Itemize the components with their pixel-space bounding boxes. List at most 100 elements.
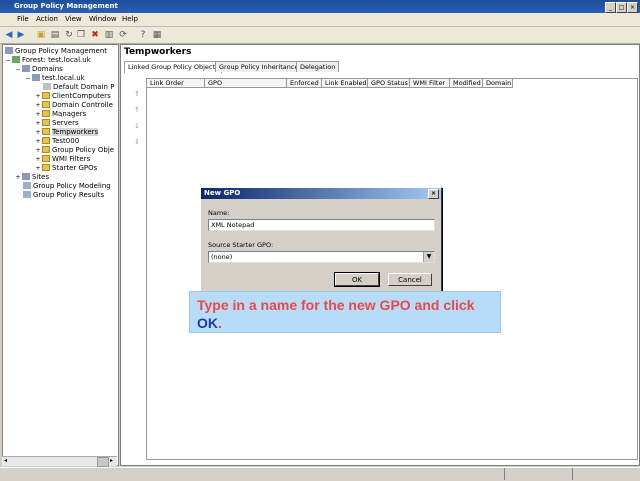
- chevron-down-icon[interactable]: ▼: [423, 252, 434, 262]
- move-up-icon[interactable]: ↑: [133, 106, 141, 114]
- cancel-button[interactable]: Cancel: [388, 273, 432, 286]
- col-gpo-status[interactable]: GPO Status: [368, 79, 410, 88]
- forward-icon[interactable]: ▶: [16, 30, 26, 40]
- tree-item-sites[interactable]: + Sites: [15, 173, 49, 182]
- gpo-folder-icon: [42, 146, 50, 153]
- tab-delegation[interactable]: Delegation: [296, 61, 340, 72]
- export-icon[interactable]: ▥: [104, 30, 114, 40]
- expand-icon[interactable]: +: [35, 164, 41, 173]
- col-gpo[interactable]: GPO: [205, 79, 287, 88]
- menu-file[interactable]: File: [17, 15, 29, 23]
- tree-item-default-domain-policy[interactable]: Default Domain P: [43, 83, 114, 92]
- tree-item-servers[interactable]: + Servers: [35, 119, 79, 128]
- domains-icon: [22, 65, 30, 72]
- up-folder-icon[interactable]: ▣: [36, 30, 46, 40]
- expand-icon[interactable]: +: [35, 119, 41, 128]
- expand-icon[interactable]: +: [35, 146, 41, 155]
- help-icon[interactable]: ?: [138, 30, 148, 40]
- expand-icon[interactable]: +: [35, 137, 41, 146]
- tree-item-group-policy-objects[interactable]: + Group Policy Obje: [35, 146, 114, 155]
- menu-window[interactable]: Window: [89, 15, 117, 23]
- collapse-icon[interactable]: −: [5, 56, 11, 65]
- col-modified[interactable]: Modified: [450, 79, 483, 88]
- scroll-thumb[interactable]: [97, 457, 109, 467]
- move-top-icon[interactable]: ⇑: [133, 90, 141, 98]
- instruction-callout: Type in a name for the new GPO and click…: [189, 291, 501, 333]
- ok-button[interactable]: OK: [334, 272, 380, 287]
- tree-item-forest[interactable]: − Forest: test.local.uk: [5, 56, 91, 65]
- sites-icon: [22, 173, 30, 180]
- modeling-icon: [23, 182, 31, 189]
- copy-icon[interactable]: ❐: [76, 30, 86, 40]
- tab-linked-gpos[interactable]: Linked Group Policy Objects: [124, 61, 223, 73]
- ou-folder-icon: [42, 119, 50, 126]
- menu-view[interactable]: View: [65, 15, 82, 23]
- ou-folder-icon: [42, 110, 50, 117]
- gpo-link-icon: [43, 83, 51, 90]
- toolbar: ◀ ▶ ▣ ▤ ↻ ❐ ✖ ▥ ⟳ ? ▦: [0, 27, 640, 44]
- gpo-name-input[interactable]: XML Notepad: [208, 219, 435, 231]
- menu-action[interactable]: Action: [36, 15, 58, 23]
- close-button[interactable]: ×: [627, 2, 638, 13]
- expand-icon[interactable]: +: [35, 92, 41, 101]
- move-bottom-icon[interactable]: ⇓: [133, 138, 141, 146]
- tree-item-clientcomputers[interactable]: + ClientComputers: [35, 92, 111, 101]
- tree-item-wmi-filters[interactable]: + WMI Filters: [35, 155, 90, 164]
- col-link-enabled[interactable]: Link Enabled: [322, 79, 368, 88]
- refresh2-icon[interactable]: ⟳: [118, 30, 128, 40]
- starter-folder-icon: [42, 164, 50, 171]
- col-link-order[interactable]: Link Order: [147, 79, 205, 88]
- dialog-close-button[interactable]: ×: [428, 189, 439, 199]
- tree-item-gp-modeling[interactable]: Group Policy Modeling: [23, 182, 111, 191]
- maximize-button[interactable]: □: [616, 2, 627, 13]
- domain-icon: [32, 74, 40, 81]
- expand-icon[interactable]: +: [15, 173, 21, 182]
- scroll-left-icon[interactable]: ◂: [4, 457, 7, 464]
- properties-icon[interactable]: ▤: [50, 30, 60, 40]
- expand-icon[interactable]: +: [35, 155, 41, 164]
- window-title: Group Policy Management: [14, 2, 118, 10]
- tab-gp-inheritance[interactable]: Group Policy Inheritance: [215, 61, 303, 72]
- col-enforced[interactable]: Enforced: [287, 79, 322, 88]
- tree-item-domains[interactable]: − Domains: [15, 65, 63, 74]
- tree-item-test000[interactable]: + Test000: [35, 137, 79, 146]
- menu-help[interactable]: Help: [122, 15, 138, 23]
- ou-folder-icon: [42, 137, 50, 144]
- tree-item-managers[interactable]: + Managers: [35, 110, 86, 119]
- move-down-icon[interactable]: ↓: [133, 122, 141, 130]
- refresh-icon[interactable]: ↻: [64, 30, 74, 40]
- expand-icon[interactable]: +: [35, 101, 41, 110]
- tree-item-starter-gpos[interactable]: + Starter GPOs: [35, 164, 97, 173]
- menu-bar: File Action View Window Help: [0, 13, 640, 27]
- dialog-title: New GPO: [204, 189, 241, 197]
- gpm-icon: [5, 47, 13, 54]
- scroll-right-icon[interactable]: ▸: [110, 457, 113, 464]
- console-icon[interactable]: ▦: [152, 30, 162, 40]
- tree-item-gp-results[interactable]: Group Policy Results: [23, 191, 104, 200]
- tree-item-domain[interactable]: − test.local.uk: [25, 74, 85, 83]
- tree-item-tempworkers[interactable]: + Tempworkers: [35, 128, 99, 137]
- col-wmi-filter[interactable]: WMI Filter: [410, 79, 450, 88]
- results-icon: [23, 191, 31, 198]
- minimize-button[interactable]: _: [605, 2, 616, 13]
- ou-folder-icon: [42, 92, 50, 99]
- ou-folder-icon: [42, 128, 50, 135]
- status-bar: [0, 467, 640, 481]
- collapse-icon[interactable]: −: [15, 65, 21, 74]
- back-icon[interactable]: ◀: [4, 30, 14, 40]
- navigation-tree: Group Policy Management − Forest: test.lo…: [2, 44, 119, 466]
- expand-icon[interactable]: +: [35, 110, 41, 119]
- window-titlebar: Group Policy Management _ □ ×: [0, 0, 640, 13]
- collapse-icon[interactable]: −: [25, 74, 31, 83]
- delete-icon[interactable]: ✖: [90, 30, 100, 40]
- col-domain[interactable]: Domain: [483, 79, 513, 88]
- tree-item-gpm[interactable]: Group Policy Management: [5, 47, 107, 56]
- ou-folder-icon: [42, 101, 50, 108]
- tree-item-domain-controllers[interactable]: + Domain Controlle: [35, 101, 113, 110]
- source-starter-gpo-select[interactable]: (none) ▼: [208, 251, 435, 263]
- expand-icon[interactable]: +: [35, 128, 41, 137]
- dialog-titlebar: New GPO ×: [201, 188, 441, 199]
- new-gpo-dialog: New GPO × Name: XML Notepad Source Start…: [200, 187, 442, 292]
- name-label: Name:: [208, 209, 230, 217]
- tree-horizontal-scrollbar[interactable]: ◂ ▸: [2, 456, 117, 467]
